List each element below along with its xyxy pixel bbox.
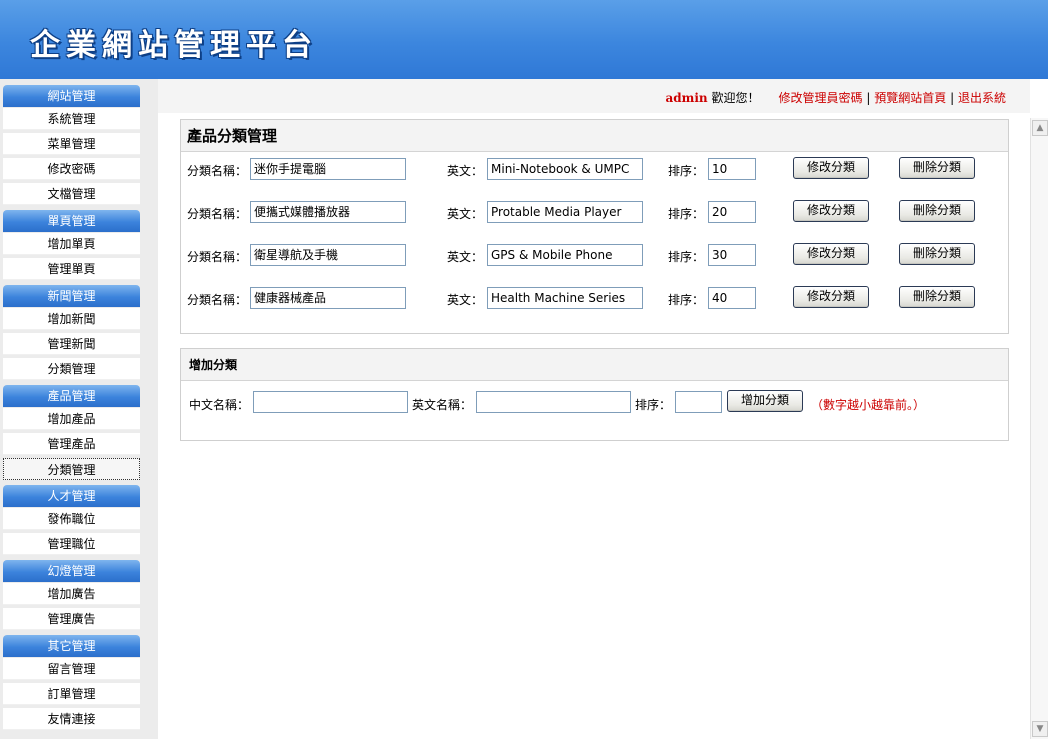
category-panel: 產品分類管理 分類名稱： 迷你手提電腦 英文： Mini-Notebook & … (180, 119, 1009, 334)
sidebar-group-news[interactable]: 新聞管理 (3, 285, 140, 307)
sidebar-group-single-page[interactable]: 單頁管理 (3, 210, 140, 232)
name-label: 分類名稱： (187, 250, 248, 264)
cn-name-label: 中文名稱： (189, 398, 250, 412)
delete-category-button[interactable]: 刪除分類 (899, 286, 975, 308)
sidebar-item-post-job[interactable]: 發佈職位 (3, 508, 140, 530)
sidebar-item-messages[interactable]: 留言管理 (3, 658, 140, 680)
welcome-text: 歡迎您！ (711, 91, 760, 105)
sidebar-group-website[interactable]: 網站管理 (3, 85, 140, 107)
delete-category-button[interactable]: 刪除分類 (899, 157, 975, 179)
separator: | (866, 91, 871, 105)
sidebar-item-add-news[interactable]: 增加新聞 (3, 308, 140, 330)
edit-category-button[interactable]: 修改分類 (793, 286, 869, 308)
category-order-input[interactable]: 40 (708, 287, 756, 309)
sidebar-item-manage-ads[interactable]: 管理廣告 (3, 608, 140, 630)
category-name-input[interactable]: 迷你手提電腦 (250, 158, 406, 180)
sidebar-item-links[interactable]: 友情連接 (3, 708, 140, 730)
edit-category-button[interactable]: 修改分類 (793, 157, 869, 179)
category-en-input[interactable]: Mini-Notebook & UMPC (487, 158, 643, 180)
sidebar-item-system[interactable]: 系統管理 (3, 108, 140, 130)
name-label: 分類名稱： (187, 293, 248, 307)
category-en-input[interactable]: Health Machine Series (487, 287, 643, 309)
sidebar-group-recruitment[interactable]: 人才管理 (3, 485, 140, 507)
sidebar-item-documents[interactable]: 文檔管理 (3, 183, 140, 205)
order-label: 排序： (635, 398, 672, 412)
sidebar-item-add-ad[interactable]: 增加廣告 (3, 583, 140, 605)
new-en-name-input[interactable] (476, 391, 631, 413)
delete-category-button[interactable]: 刪除分類 (899, 243, 975, 265)
sidebar-item-password[interactable]: 修改密碼 (3, 158, 140, 180)
name-label: 分類名稱： (187, 207, 248, 221)
order-label: 排序： (668, 293, 705, 307)
name-label: 分類名稱： (187, 164, 248, 178)
category-en-input[interactable]: GPS & Mobile Phone (487, 244, 643, 266)
order-label: 排序： (668, 207, 705, 221)
category-en-input[interactable]: Protable Media Player (487, 201, 643, 223)
edit-category-button[interactable]: 修改分類 (793, 200, 869, 222)
scroll-up-icon[interactable]: ▲ (1032, 120, 1048, 136)
preview-homepage-link[interactable]: 預覽網站首頁 (874, 91, 946, 105)
edit-category-button[interactable]: 修改分類 (793, 243, 869, 265)
sidebar-group-slideshow[interactable]: 幻燈管理 (3, 560, 140, 582)
add-category-button[interactable]: 增加分類 (727, 390, 803, 412)
new-cn-name-input[interactable] (253, 391, 408, 413)
en-name-label: 英文名稱： (412, 398, 473, 412)
en-label: 英文： (447, 207, 484, 221)
sidebar-item-manage-jobs[interactable]: 管理職位 (3, 533, 140, 555)
delete-category-button[interactable]: 刪除分類 (899, 200, 975, 222)
username: admin (665, 91, 708, 105)
sidebar-item-news-categories[interactable]: 分類管理 (3, 358, 140, 380)
sidebar-group-other[interactable]: 其它管理 (3, 635, 140, 657)
category-order-input[interactable]: 10 (708, 158, 756, 180)
new-order-input[interactable] (675, 391, 722, 413)
sidebar: 網站管理 系統管理 菜單管理 修改密碼 文檔管理 單頁管理 增加單頁 管理單頁 … (0, 79, 158, 739)
order-label: 排序： (668, 164, 705, 178)
sidebar-item-manage-pages[interactable]: 管理單頁 (3, 258, 140, 280)
category-name-input[interactable]: 衛星導航及手機 (250, 244, 406, 266)
en-label: 英文： (447, 250, 484, 264)
en-label: 英文： (447, 293, 484, 307)
sidebar-item-add-page[interactable]: 增加單頁 (3, 233, 140, 255)
scroll-down-icon[interactable]: ▼ (1032, 721, 1048, 737)
category-order-input[interactable]: 20 (708, 201, 756, 223)
sidebar-item-add-product[interactable]: 增加產品 (3, 408, 140, 430)
add-category-title: 增加分類 (181, 349, 1008, 381)
sidebar-group-products[interactable]: 產品管理 (3, 385, 140, 407)
vertical-scrollbar[interactable]: ▲ ▼ (1030, 118, 1048, 739)
sidebar-item-manage-news[interactable]: 管理新聞 (3, 333, 140, 355)
order-hint: （數字越小越靠前。） (811, 398, 926, 412)
sidebar-item-manage-products[interactable]: 管理產品 (3, 433, 140, 455)
logout-link[interactable]: 退出系統 (958, 91, 1006, 105)
welcome-line: admin 歡迎您！ 修改管理員密碼 | 預覽網站首頁 | 退出系統 (665, 89, 1006, 106)
category-name-input[interactable]: 健康器械產品 (250, 287, 406, 309)
sidebar-item-menu[interactable]: 菜單管理 (3, 133, 140, 155)
sidebar-item-product-categories[interactable]: 分類管理 (3, 458, 140, 480)
top-bar: admin 歡迎您！ 修改管理員密碼 | 預覽網站首頁 | 退出系統 (158, 79, 1030, 113)
change-admin-password-link[interactable]: 修改管理員密碼 (779, 91, 863, 105)
separator: | (950, 91, 955, 105)
main-content: admin 歡迎您！ 修改管理員密碼 | 預覽網站首頁 | 退出系統 產品分類管… (158, 79, 1030, 739)
order-label: 排序： (668, 250, 705, 264)
sidebar-item-orders[interactable]: 訂單管理 (3, 683, 140, 705)
category-name-input[interactable]: 便攜式媒體播放器 (250, 201, 406, 223)
header-banner: 企業網站管理平台 (0, 0, 1048, 79)
add-category-panel: 增加分類 中文名稱： 英文名稱： 排序： 增加分類 （數字越小越靠前。） (180, 348, 1009, 441)
en-label: 英文： (447, 164, 484, 178)
site-title: 企業網站管理平台 (30, 28, 318, 63)
category-panel-title: 產品分類管理 (181, 120, 1008, 152)
category-order-input[interactable]: 30 (708, 244, 756, 266)
